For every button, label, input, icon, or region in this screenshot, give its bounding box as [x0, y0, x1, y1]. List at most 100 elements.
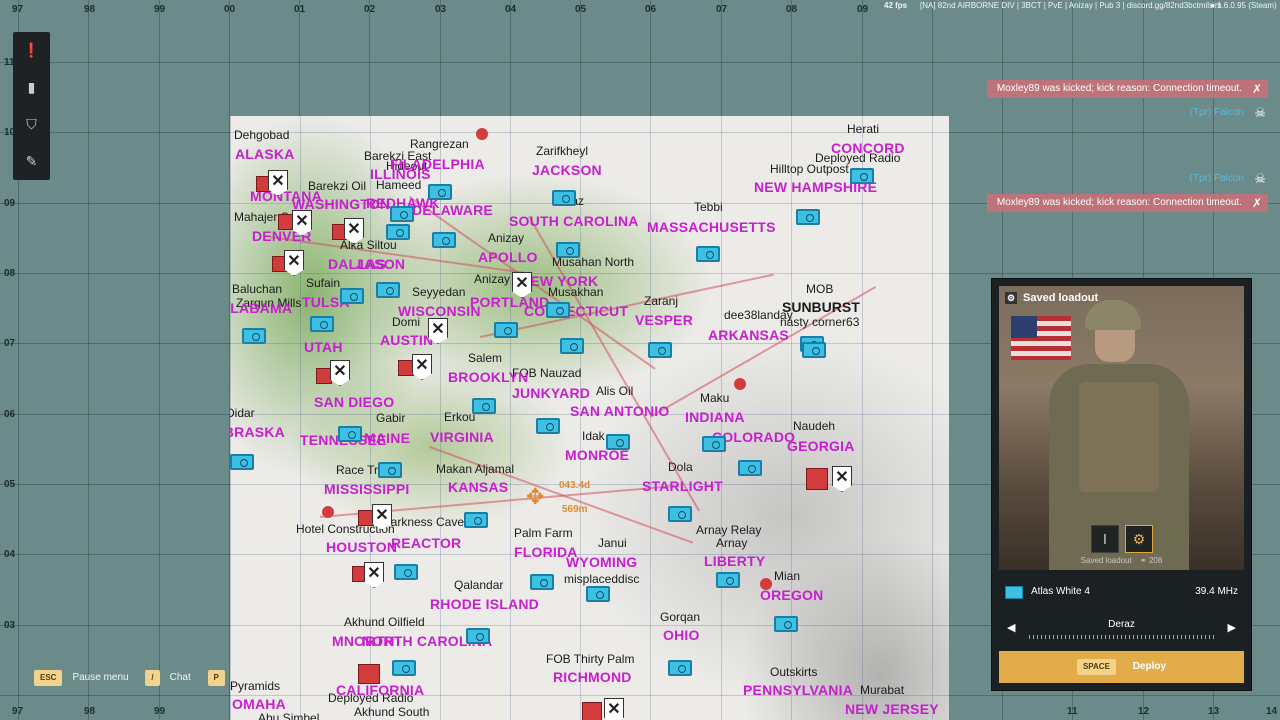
objective-marker[interactable]: ✕: [604, 698, 624, 720]
region-label: ALABAMA: [230, 300, 293, 316]
friendly-marker[interactable]: [648, 342, 672, 358]
objective-marker[interactable]: ✕: [330, 360, 350, 386]
objective-marker[interactable]: ✕: [412, 354, 432, 380]
friendly-marker[interactable]: [386, 224, 410, 240]
status-bar: 42 fps [NA] 82nd AIRBORNE DIV | 3BCT | P…: [880, 0, 1280, 12]
kick-notification: Moxley89 was kicked; kick reason: Connec…: [986, 80, 1268, 98]
enemy-marker[interactable]: [278, 214, 294, 230]
squad-row[interactable]: Atlas White 4 39.4 MHz: [999, 579, 1244, 605]
town-label: SUNBURST: [782, 299, 860, 315]
friendly-marker[interactable]: [696, 246, 720, 262]
grid-label: 08: [4, 268, 16, 279]
enemy-marker[interactable]: [582, 702, 602, 720]
bearing-readout: 043.4d: [559, 480, 591, 491]
enemy-marker[interactable]: [760, 578, 772, 590]
soldier-helmet: [1085, 300, 1141, 330]
pencil-icon[interactable]: ✎: [13, 143, 50, 180]
enemy-marker[interactable]: [322, 506, 334, 518]
friendly-marker[interactable]: [432, 232, 456, 248]
region-label: KANSAS: [448, 479, 509, 495]
town-label: Akhund Oilfield: [344, 615, 425, 629]
chat-label[interactable]: Chat: [170, 672, 191, 683]
shield-icon[interactable]: ⛉: [13, 106, 50, 143]
friendly-marker[interactable]: [556, 242, 580, 258]
town-label: Maku: [700, 391, 730, 405]
loadout-prev-button[interactable]: ǀ: [1091, 525, 1119, 553]
friendly-marker[interactable]: [340, 288, 364, 304]
spawn-selector[interactable]: ◀ Deraz ▶: [999, 613, 1244, 645]
town-label: Makan Aljamal: [436, 462, 515, 476]
friendly-marker[interactable]: [850, 168, 874, 184]
enemy-marker[interactable]: [316, 368, 332, 384]
friendly-marker[interactable]: [536, 418, 560, 434]
friendly-marker[interactable]: [494, 322, 518, 338]
enemy-marker[interactable]: [476, 128, 488, 140]
friendly-marker[interactable]: [472, 398, 496, 414]
friendly-marker[interactable]: [310, 316, 334, 332]
chat-key: /: [145, 670, 160, 686]
friendly-marker[interactable]: [242, 328, 266, 344]
friendly-marker[interactable]: [774, 616, 798, 632]
skull-icon: ☠: [1254, 105, 1266, 120]
enemy-marker[interactable]: [358, 664, 380, 684]
enemy-marker[interactable]: [398, 360, 414, 376]
town-label: Sufain: [306, 276, 341, 290]
friendly-marker[interactable]: [338, 426, 362, 442]
friendly-marker[interactable]: [428, 184, 452, 200]
enemy-marker[interactable]: [734, 378, 746, 390]
grid-label: 97: [12, 706, 24, 717]
friendly-marker[interactable]: [702, 436, 726, 452]
friendly-marker[interactable]: [802, 342, 826, 358]
friendly-marker[interactable]: [552, 190, 576, 206]
region-label: RHODE ISLAND: [430, 596, 539, 612]
grid-label: 06: [4, 409, 16, 420]
marker-icon[interactable]: ▮: [13, 69, 50, 106]
grid-label: 05: [575, 4, 587, 15]
enemy-marker[interactable]: [806, 468, 828, 490]
friendly-marker[interactable]: [586, 586, 610, 602]
spawn-slider[interactable]: [1029, 635, 1214, 639]
friendly-marker[interactable]: [716, 572, 740, 588]
next-spawn-icon[interactable]: ▶: [1228, 621, 1236, 634]
friendly-marker[interactable]: [466, 628, 490, 644]
objective-marker[interactable]: ✕: [832, 466, 852, 492]
objective-marker[interactable]: ✕: [364, 562, 384, 588]
region-label: STARLIGHT: [642, 478, 723, 494]
friendly-marker[interactable]: [668, 506, 692, 522]
friendly-marker[interactable]: [560, 338, 584, 354]
squad-icon: [1005, 586, 1023, 599]
map-tools-panel: ❗ ▮ ⛉ ✎: [13, 32, 50, 180]
deploy-button[interactable]: SPACE Deploy: [999, 651, 1244, 683]
pause-menu-label[interactable]: Pause menu: [72, 672, 128, 683]
friendly-marker[interactable]: [530, 574, 554, 590]
friendly-marker[interactable]: [392, 660, 416, 676]
friendly-marker[interactable]: [668, 660, 692, 676]
region-label: CONCORD: [831, 140, 905, 156]
server-name: [NA] 82nd AIRBORNE DIV | 3BCT | PvE | An…: [920, 1, 1222, 10]
region-label: SOUTH CAROLINA: [509, 213, 639, 229]
friendly-marker[interactable]: [390, 206, 414, 222]
friendly-marker[interactable]: [394, 564, 418, 580]
tactical-map[interactable]: Dehgobad Rangrezan Herati Barekzi East H…: [230, 116, 949, 720]
friendly-marker[interactable]: [546, 302, 570, 318]
region-label: JACKSON: [532, 162, 602, 178]
friendly-marker[interactable]: [606, 434, 630, 450]
town-label: Palm Farm: [514, 526, 573, 540]
friendly-marker[interactable]: [464, 512, 488, 528]
town-label: Erkou: [444, 410, 476, 424]
friendly-marker[interactable]: [376, 282, 400, 298]
region-label: MISSISSIPPI: [324, 481, 410, 497]
friendly-marker[interactable]: [230, 454, 254, 470]
loadout-settings-button[interactable]: ⚙: [1125, 525, 1153, 553]
region-label: NEBRASKA: [230, 424, 285, 440]
region-label: SAN DIEGO: [314, 394, 395, 410]
friendly-marker[interactable]: [738, 460, 762, 476]
friendly-marker[interactable]: [378, 462, 402, 478]
loadout-title-text: Saved loadout: [1023, 292, 1099, 304]
info-icon[interactable]: ❗: [13, 32, 50, 69]
loadout-title: ⚙ Saved loadout: [1005, 292, 1098, 304]
friendly-marker[interactable]: [796, 209, 820, 225]
enemy-marker[interactable]: [358, 510, 374, 526]
town-label: Pyramids: [230, 679, 281, 693]
loadout-footer: Saved loadout ⚭ 208: [999, 556, 1244, 565]
